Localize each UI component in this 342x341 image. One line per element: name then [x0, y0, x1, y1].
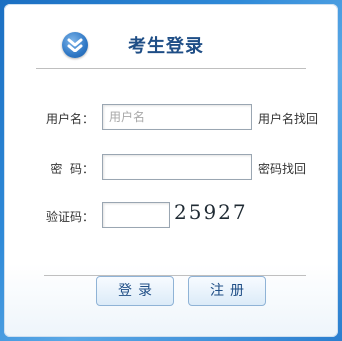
password-row: 密 码： 密码找回 — [4, 154, 338, 182]
password-label: 密 码： — [50, 162, 94, 176]
captcha-label: 验证码： — [45, 210, 94, 224]
password-recover-link[interactable]: 密码找回 — [258, 160, 306, 177]
captcha-input[interactable] — [102, 202, 170, 228]
download-arrow-icon — [62, 32, 88, 58]
divider — [36, 68, 306, 69]
divider — [44, 275, 306, 276]
captcha-image[interactable]: 25927 — [174, 200, 254, 228]
password-input[interactable] — [102, 154, 252, 180]
username-recover-link[interactable]: 用户名找回 — [258, 110, 318, 127]
login-button[interactable]: 登录 — [96, 276, 174, 306]
login-panel: 考生登录 用户名： 用户名找回 密 码： 密码找回 验证码： 25927 登录 … — [4, 4, 338, 337]
header: 考生登录 — [4, 4, 338, 66]
captcha-row: 验证码： 25927 — [4, 200, 338, 230]
username-row: 用户名： 用户名找回 — [4, 104, 338, 132]
username-input[interactable] — [102, 104, 252, 130]
page-title: 考生登录 — [128, 36, 204, 57]
username-label: 用户名： — [45, 112, 94, 126]
register-button[interactable]: 注册 — [188, 276, 266, 306]
